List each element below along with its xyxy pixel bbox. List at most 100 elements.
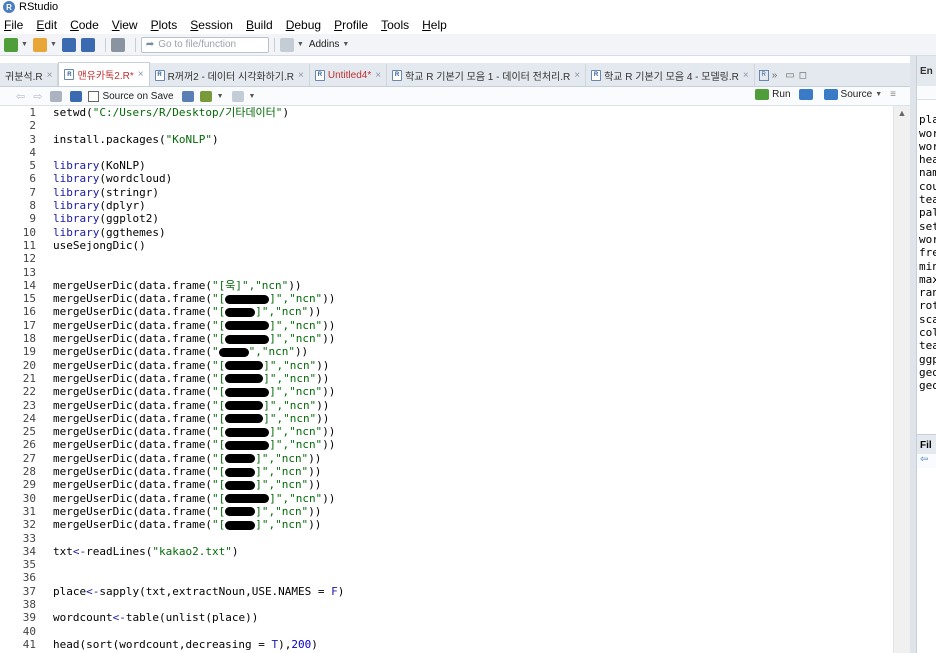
code-line[interactable] [53,252,893,265]
scroll-up-icon[interactable]: ▲ [894,108,910,118]
files-tab[interactable]: Fil [917,434,936,454]
print-button[interactable] [110,37,125,53]
save-button[interactable] [61,37,76,53]
menu-build[interactable]: Build [246,18,273,32]
menu-plots[interactable]: Plots [151,18,178,32]
menu-tools[interactable]: Tools [381,18,409,32]
code-line[interactable]: mergeUserDic(data.frame("[]","ncn")) [53,319,893,332]
new-project-button[interactable]: ▼ [32,37,57,53]
code-line[interactable]: mergeUserDic(data.frame("[]","ncn")) [53,465,893,478]
menu-file[interactable]: File [4,18,23,32]
menu-profile[interactable]: Profile [334,18,368,32]
code-line[interactable]: library(KoNLP) [53,159,893,172]
vertical-scrollbar[interactable]: ▲ [893,106,910,653]
code-area[interactable]: setwd("C:/Users/R/Desktop/기타데이터") instal… [53,106,893,653]
code-line[interactable] [53,146,893,159]
code-line[interactable] [53,571,893,584]
editor-tab[interactable]: R 학교 R 기본기 모음 4 - 모델링.R × [586,64,755,86]
code-line[interactable] [53,266,893,279]
code-token: "[ [211,438,226,452]
code-line[interactable]: install.packages("KoNLP") [53,133,893,146]
code-line[interactable]: mergeUserDic(data.frame(" ","ncn")) [53,345,893,358]
menu-edit[interactable]: Edit [36,18,57,32]
editor-tab[interactable]: R R꺼꺼2 - 데이터 시각화하기.R × [150,64,310,86]
code-line[interactable]: mergeUserDic(data.frame("[]","ncn")) [53,305,893,318]
show-in-window-icon[interactable] [50,90,63,102]
editor-tab[interactable]: R Untitled4* × [310,64,388,86]
close-icon[interactable]: × [298,70,304,81]
code-line[interactable]: mergeUserDic(data.frame("[]","ncn")) [53,505,893,518]
code-line[interactable]: txt<-readLines("kakao2.txt") [53,545,893,558]
new-file-button[interactable]: ▼ [4,37,28,53]
code-line[interactable]: library(ggplot2) [53,212,893,225]
source-button[interactable]: Source ▼ [823,89,882,100]
code-line[interactable]: mergeUserDic(data.frame("[]","ncn")) [53,492,893,505]
code-line[interactable] [53,625,893,638]
rerun-button[interactable] [798,89,816,100]
code-line[interactable]: setwd("C:/Users/R/Desktop/기타데이터") [53,106,893,119]
chevron-double-right-icon[interactable]: » [772,70,778,81]
editor-tab[interactable]: 귀분석.R × [0,64,59,86]
code-line[interactable]: library(dplyr) [53,199,893,212]
code-line[interactable] [53,532,893,545]
code-line[interactable]: mergeUserDic(data.frame("[]","ncn")) [53,372,893,385]
addins-menu[interactable]: Addins ▼ [309,39,350,50]
pane-layout-button[interactable]: ▼ [279,37,304,53]
minimize-icon[interactable]: ▭ [785,70,794,81]
code-line[interactable]: place<-sapply(txt,extractNoun,USE.NAMES … [53,585,893,598]
tab-overflow[interactable]: R» ▭ ◻ [755,64,811,86]
code-editor[interactable]: 1 2 3 4 5 6 7 8 9 10 11 12 13 14 15 16 17 18 19 20 21 22 23 24 2… [0,106,910,653]
code-line[interactable]: mergeUserDic(data.frame("[]","ncn")) [53,385,893,398]
close-icon[interactable]: × [375,70,381,81]
menu-code[interactable]: Code [70,18,99,32]
editor-tab[interactable]: R 학교 R 기본기 모음 1 - 데이터 전처리.R × [387,64,587,86]
code-line[interactable]: mergeUserDic(data.frame("[]","ncn")) [53,452,893,465]
document-outline-icon[interactable] [231,90,244,102]
back-arrow-icon[interactable]: ⇦ [16,90,25,103]
code-line[interactable]: mergeUserDic(data.frame("[]","ncn")) [53,292,893,305]
menu-view[interactable]: View [112,18,138,32]
line-number: 8 [29,199,36,213]
close-icon[interactable]: × [47,70,53,81]
forward-arrow-icon[interactable]: ⇨ [33,90,42,103]
code-line[interactable]: mergeUserDic(data.frame("[]","ncn")) [53,332,893,345]
source-on-save-checkbox[interactable] [88,90,100,102]
close-icon[interactable]: × [574,70,580,81]
code-line[interactable]: library(wordcloud) [53,172,893,185]
code-line[interactable] [53,558,893,571]
code-line[interactable]: mergeUserDic(data.frame("[]","ncn")) [53,399,893,412]
search-icon[interactable] [181,90,194,102]
code-token: mergeUserDic(data.frame( [53,478,212,492]
code-line[interactable]: mergeUserDic(data.frame("[]","ncn")) [53,412,893,425]
code-line[interactable]: wordcount<-table(unlist(place)) [53,611,893,624]
menu-help[interactable]: Help [422,18,447,32]
close-icon[interactable]: × [743,70,749,81]
save-all-button[interactable] [80,37,95,53]
menu-debug[interactable]: Debug [286,18,321,32]
code-line[interactable]: library(ggthemes) [53,226,893,239]
code-line[interactable]: useSejongDic() [53,239,893,252]
menu-lines-icon[interactable]: ≡ [890,89,896,100]
code-line[interactable]: mergeUserDic(data.frame("[]","ncn")) [53,425,893,438]
run-button[interactable]: Run [755,89,791,100]
code-line[interactable]: mergeUserDic(data.frame("[]","ncn")) [53,478,893,491]
code-line[interactable]: mergeUserDic(data.frame("[]","ncn")) [53,518,893,531]
code-line[interactable]: mergeUserDic(data.frame("[욱]","ncn")) [53,279,893,292]
goto-file-input[interactable]: ➦ Go to file/function [140,36,269,53]
maximize-icon[interactable]: ◻ [799,70,807,81]
save-icon[interactable] [70,90,83,102]
code-line[interactable] [53,119,893,132]
code-tools-icon[interactable] [199,90,212,102]
code-line[interactable]: mergeUserDic(data.frame("[]","ncn")) [53,438,893,451]
editor-tab[interactable]: R 맨유카톡2.R* × [58,62,150,86]
code-line[interactable]: library(stringr) [53,186,893,199]
redaction-mark [225,387,270,397]
back-arrow-icon[interactable]: ⇦ [917,454,936,468]
code-line[interactable]: head(sort(wordcount,decreasing = T),200) [53,638,893,651]
environment-tab[interactable]: En [917,56,936,86]
code-line[interactable]: mergeUserDic(data.frame("[]","ncn")) [53,359,893,372]
code-token: "[ [211,504,226,518]
close-icon[interactable]: × [138,69,144,80]
code-line[interactable] [53,598,893,611]
menu-session[interactable]: Session [190,18,233,32]
